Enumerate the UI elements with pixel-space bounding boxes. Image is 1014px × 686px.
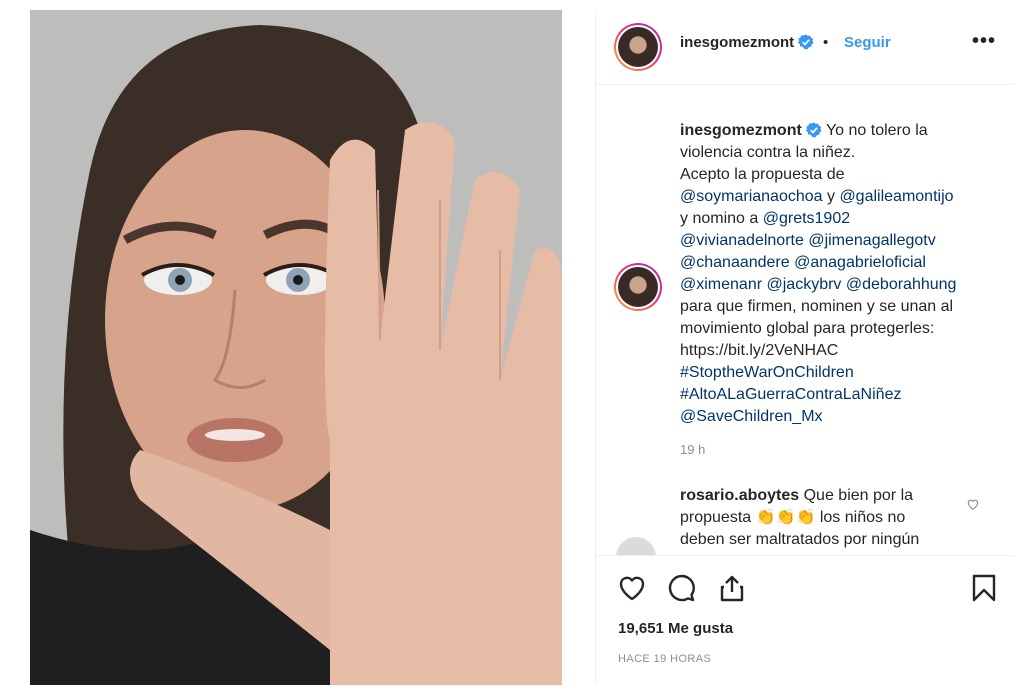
mention-link[interactable]: @jimenagallegotv: [808, 232, 935, 249]
hashtag-link[interactable]: #AltoALaGuerraContraLaNiñez: [680, 386, 901, 403]
author-username-text[interactable]: inesgomezmont: [680, 34, 794, 51]
mention-link[interactable]: @soymarianaochoa: [680, 188, 823, 205]
comment-text: deben ser maltratados por ningún: [680, 531, 920, 548]
caption-text: Yo no tolero la: [825, 122, 928, 139]
post-caption: inesgomezmont Yo no tolero la violencia …: [680, 120, 1000, 428]
caption-link[interactable]: https://bit.ly/2VeNHAC: [680, 342, 838, 359]
share-icon[interactable]: [716, 572, 748, 604]
post-details-panel: inesgomezmont • Seguir ••• inesgomezmont…: [595, 10, 1014, 685]
comment-text: propuesta: [680, 509, 752, 526]
author-avatar-image: [618, 27, 658, 67]
mention-link[interactable]: @vivianadelnorte: [680, 232, 804, 249]
likes-count[interactable]: 19,651 Me gusta: [618, 620, 733, 637]
caption-text: y: [822, 188, 840, 205]
more-options-icon[interactable]: •••: [972, 30, 996, 53]
verified-badge-icon: [805, 122, 822, 138]
caption-text: Acepto la propuesta de: [680, 166, 845, 183]
post-actions: 19,651 Me gusta HACE 19 HORAS: [596, 555, 1014, 686]
comment-username[interactable]: rosario.aboytes: [680, 487, 799, 504]
verified-badge-icon: [798, 34, 814, 50]
comment-avatar[interactable]: [616, 537, 656, 555]
comment-item: rosario.aboytes Que bien por la propuest…: [680, 485, 970, 551]
separator-dot: •: [823, 34, 829, 51]
comment-bubble-icon[interactable]: [666, 572, 698, 604]
like-comment-heart-icon[interactable]: [966, 497, 980, 511]
mention-link[interactable]: @deborahhung: [846, 276, 957, 293]
caption-username[interactable]: inesgomezmont: [680, 122, 802, 139]
mention-link[interactable]: @anagabrieloficial: [794, 254, 926, 271]
follow-button[interactable]: Seguir: [844, 34, 891, 51]
mention-link[interactable]: @jackybrv: [767, 276, 842, 293]
post-timestamp[interactable]: HACE 19 HORAS: [618, 653, 711, 665]
clapping-emoji: 👏👏👏: [755, 509, 816, 526]
selfie-photo: [30, 10, 562, 685]
caption-avatar[interactable]: [614, 263, 662, 311]
caption-text: y nomino a: [680, 210, 763, 227]
like-heart-icon[interactable]: [616, 572, 648, 604]
caption-timestamp[interactable]: 19 h: [680, 442, 705, 457]
comment-text: los niños no: [819, 509, 906, 526]
hashtag-link[interactable]: #StoptheWarOnChildren: [680, 364, 854, 381]
post-header: inesgomezmont • Seguir •••: [596, 10, 1014, 85]
author-avatar[interactable]: [614, 23, 662, 71]
mention-link[interactable]: @ximenanr: [680, 276, 762, 293]
caption-text: para que firmen, nominen y se unan al: [680, 298, 954, 315]
comments-list[interactable]: inesgomezmont Yo no tolero la violencia …: [596, 85, 1014, 555]
comment-text: Que bien por la: [803, 487, 914, 504]
mention-link[interactable]: @galileamontijo: [839, 188, 953, 205]
caption-text: movimiento global para protegerles:: [680, 320, 935, 337]
mention-link[interactable]: @grets1902: [763, 210, 850, 227]
caption-avatar-image: [618, 267, 658, 307]
author-username[interactable]: inesgomezmont: [680, 34, 814, 51]
caption-text: violencia contra la niñez.: [680, 144, 856, 161]
mention-link[interactable]: @SaveChildren_Mx: [680, 408, 823, 425]
post-image[interactable]: [30, 10, 562, 685]
mention-link[interactable]: @chanaandere: [680, 254, 790, 271]
save-bookmark-icon[interactable]: [968, 572, 1000, 604]
